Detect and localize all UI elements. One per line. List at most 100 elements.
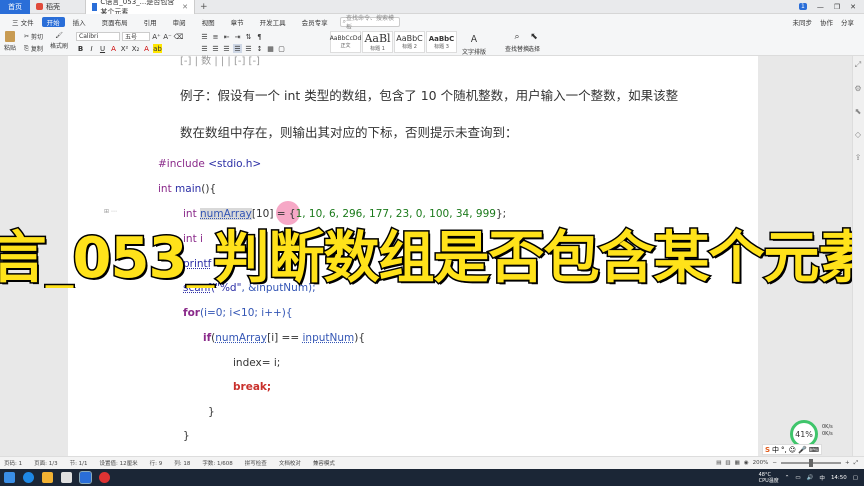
italic-icon[interactable]: I (87, 44, 96, 53)
paragraph-2: 数在数组中存在，则输出其对应的下标，否则提示未查询到： (180, 125, 518, 140)
clear-format-icon[interactable]: ⌫ (174, 32, 184, 41)
superscript-icon[interactable]: X² (120, 44, 129, 53)
view-mode-icon[interactable]: ▤ (716, 460, 721, 466)
right-side-toolbar: ⤢ ⚙ ⬉ ◇ ⇪ (852, 60, 864, 162)
tray-temp: 48°C CPU温度 (759, 472, 779, 484)
sogou-icon: S (765, 445, 771, 454)
grow-font-icon[interactable]: A⁺ (152, 32, 161, 41)
cut-button[interactable]: ✂ 剪切 (24, 32, 43, 41)
font-name-select[interactable]: Calibri (76, 32, 120, 41)
underline-icon[interactable]: U (98, 44, 107, 53)
menu-view[interactable]: 视图 (194, 14, 223, 29)
style-heading-3-preview: AaBbC (428, 34, 455, 43)
share-button[interactable]: 分享 (841, 17, 854, 27)
copy-icon: ⎘ (24, 44, 29, 52)
minimize-button[interactable]: — (817, 3, 824, 11)
bullet-list-icon[interactable]: ☰ (200, 32, 209, 41)
zoom-slider-knob[interactable] (808, 459, 813, 467)
text-highlight-icon[interactable]: ab (153, 44, 162, 53)
status-bar: 页码: 1 页面: 1/3 节: 1/1 设置值: 12厘米 行: 9 列: 1… (0, 456, 864, 469)
indent-increase-icon[interactable]: ⇥ (233, 32, 242, 41)
close-button[interactable]: ✕ (850, 3, 856, 11)
new-tab-button[interactable]: + (195, 2, 213, 12)
zoom-out-icon[interactable]: − (772, 460, 777, 466)
collaborate-button[interactable]: 协作 (820, 17, 833, 27)
menu-review[interactable]: 审阅 (165, 14, 194, 29)
taskbar: 48°C CPU温度 ⌃ ▭ 🔊 中 14:50 ▢ (0, 469, 864, 486)
notification-icon[interactable]: ▢ (853, 475, 858, 481)
menu-insert[interactable]: 插入 (65, 14, 94, 29)
doc-check-button[interactable]: 文档校对 (279, 459, 301, 467)
tab-document[interactable]: C语言_053_...是否包含某个元素 ✕ (85, 0, 195, 16)
spell-check-button[interactable]: 拼写检查 (245, 459, 267, 467)
tab-docer[interactable]: 稻壳 (30, 0, 85, 14)
media-player-icon[interactable] (61, 472, 72, 483)
text-layout-icon: Ａ (469, 35, 479, 45)
status-words[interactable]: 字数: 1/608 (202, 459, 232, 467)
menu-chapter[interactable]: 章节 (223, 14, 252, 29)
fit-page-icon[interactable]: ⤢ (854, 460, 858, 467)
menu-developer[interactable]: 开发工具 (252, 14, 294, 29)
tab-home[interactable]: 首页 (0, 0, 30, 14)
windows-start-icon[interactable] (4, 472, 15, 483)
code-close-if: } (208, 406, 215, 418)
ie-icon[interactable] (23, 472, 34, 483)
font-color-icon[interactable]: A (109, 44, 118, 53)
style-heading-2[interactable]: AaBbC 标题 2 (394, 31, 425, 53)
wps-writer-icon[interactable] (79, 471, 92, 484)
shading-icon[interactable]: ▦ (266, 44, 275, 53)
show-marks-icon[interactable]: ¶ (255, 32, 264, 41)
close-tab-icon[interactable]: ✕ (182, 3, 188, 11)
zoom-value[interactable]: 200% (753, 460, 769, 466)
bold-icon[interactable]: B (76, 44, 85, 53)
shrink-font-icon[interactable]: A⁻ (163, 32, 172, 41)
style-normal[interactable]: AaBbCcDd 正文 (330, 31, 361, 53)
indent-decrease-icon[interactable]: ⇤ (222, 32, 231, 41)
menu-home[interactable]: 开始 (41, 16, 65, 27)
find-replace-button[interactable]: ⌕ 查找替换 (505, 32, 529, 53)
menu-member[interactable]: 会员专享 (294, 14, 336, 29)
style-heading-1[interactable]: AaBl 标题 1 (362, 31, 393, 53)
sort-icon[interactable]: ⇅ (244, 32, 253, 41)
zoom-in-icon[interactable]: + (845, 460, 850, 466)
paste-button[interactable]: 粘贴 (4, 31, 16, 52)
shape-icon[interactable]: ◇ (855, 130, 861, 139)
menu-file[interactable]: 三 文件 (4, 14, 42, 29)
expand-icon[interactable]: ⤢ (855, 60, 861, 70)
border-icon[interactable]: ▢ (277, 44, 286, 53)
menu-references[interactable]: 引用 (136, 14, 165, 29)
style-normal-preview: AaBbCcDd (329, 35, 362, 42)
volume-icon[interactable]: 🔊 (807, 475, 814, 481)
recorder-icon[interactable] (99, 472, 110, 483)
font-size-select[interactable]: 五号 (122, 32, 150, 41)
select-tool-icon[interactable]: ⬉ (855, 107, 862, 116)
adjust-icon[interactable]: ⚙ (854, 84, 861, 93)
copy-button[interactable]: ⎘ 复制 (24, 44, 43, 54)
select-button[interactable]: ⬉ 选择 (528, 32, 540, 53)
command-search[interactable]: ⌕ 查找命令、搜索模板 (339, 15, 400, 31)
eye-icon[interactable]: ◉ (744, 460, 749, 466)
subscript-icon[interactable]: X₂ (131, 44, 140, 53)
tray-ime[interactable]: 中 (819, 474, 825, 482)
sync-status[interactable]: 未同步 (793, 17, 813, 27)
tray-expand-icon[interactable]: ⌃ (785, 475, 790, 481)
text-layout-button[interactable]: Ａ 文字排版 (462, 32, 486, 56)
format-painter-button[interactable]: 🖌 格式刷 (50, 32, 68, 50)
text-layout-label: 文字排版 (462, 49, 487, 56)
share-icon[interactable]: ⇪ (855, 153, 862, 162)
file-explorer-icon[interactable] (42, 472, 53, 483)
highlight-icon[interactable]: A (142, 44, 151, 53)
network-icon[interactable]: ▭ (795, 475, 800, 481)
notification-badge[interactable]: 1 (799, 3, 807, 10)
numbered-list-icon[interactable]: ≡ (211, 32, 220, 41)
style-heading-3[interactable]: AaBbC 标题 3 (426, 31, 457, 53)
tray-clock[interactable]: 14:50 (831, 475, 847, 481)
style-heading-1-preview: AaBl (364, 32, 391, 45)
ime-toolbar[interactable]: S 中 °, ☺ 🎤 ⌨ (762, 444, 822, 455)
maximize-button[interactable]: ❐ (834, 3, 840, 11)
ime-mode: 中 (772, 445, 780, 454)
zoom-slider[interactable] (780, 459, 841, 467)
read-mode-icon[interactable]: ▦ (735, 460, 740, 466)
web-view-icon[interactable]: ▥ (725, 460, 730, 466)
menu-layout[interactable]: 页面布局 (94, 14, 136, 29)
